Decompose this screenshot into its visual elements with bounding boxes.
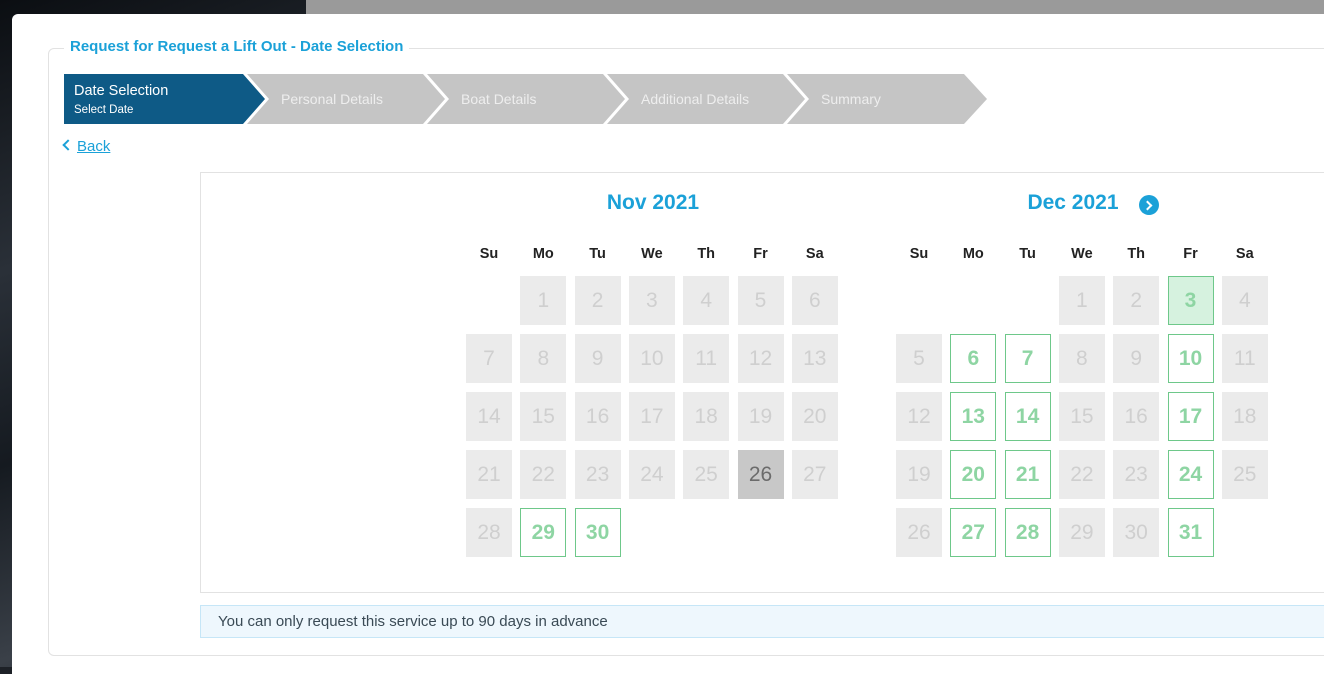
calendar-day-disabled: 25 xyxy=(683,450,730,499)
calendar-day-disabled: 7 xyxy=(466,334,512,383)
chevron-left-icon xyxy=(62,139,74,151)
calendar-day-disabled: 22 xyxy=(520,450,567,499)
next-month-button[interactable] xyxy=(1139,195,1159,215)
calendar-day-available[interactable]: 30 xyxy=(574,508,621,557)
calendar-day-available[interactable]: 10 xyxy=(1167,334,1214,383)
wizard-step-personal-details: Personal Details xyxy=(244,74,447,124)
wizard-step-summary: Summary xyxy=(784,74,987,124)
calendar-day-disabled: 9 xyxy=(574,334,621,383)
calendar-day-disabled: 24 xyxy=(628,450,675,499)
weekday-header: Mo xyxy=(532,246,554,262)
wizard-step-date-selection: Date Selection Select Date xyxy=(64,74,267,124)
calendar-day-disabled: 28 xyxy=(466,508,512,557)
calendar-day-disabled: 2 xyxy=(574,276,621,325)
calendar-day-disabled: 18 xyxy=(683,392,730,441)
calendar-day-available[interactable]: 7 xyxy=(1004,334,1051,383)
calendar-day-disabled: 23 xyxy=(574,450,621,499)
calendar-day-disabled: 4 xyxy=(683,276,730,325)
page-panel: Request for Request a Lift Out - Date Se… xyxy=(12,14,1324,674)
form-legend: Request for Request a Lift Out - Date Se… xyxy=(64,38,410,55)
calendar-day-available[interactable]: 29 xyxy=(520,508,567,557)
calendar-day-available[interactable]: 13 xyxy=(950,392,997,441)
weekday-header: Sa xyxy=(1235,246,1254,262)
background-strip xyxy=(306,0,1324,14)
weekday-header: Su xyxy=(479,246,499,262)
calendar-day-selected[interactable]: 3 xyxy=(1167,276,1214,325)
calendar-day-disabled: 9 xyxy=(1113,334,1160,383)
calendar-box: Nov 2021 Su Mo Tu We Th Fr Sa 1 2 3 4 5 6 7 8 9 10 11 12 13… xyxy=(200,172,1324,593)
calendar-day-disabled: 17 xyxy=(628,392,675,441)
calendar-day-disabled: 22 xyxy=(1058,450,1105,499)
calendar-day-disabled: 19 xyxy=(896,450,942,499)
calendar-day-today: 26 xyxy=(737,450,784,499)
calendar-day-available[interactable]: 17 xyxy=(1167,392,1214,441)
calendar-day-available[interactable]: 20 xyxy=(950,450,997,499)
weekday-header: Fr xyxy=(753,246,768,262)
calendar-day-disabled: 4 xyxy=(1221,276,1268,325)
weekday-header: Su xyxy=(909,246,929,262)
weekday-header: Th xyxy=(1127,246,1146,262)
calendar-day-disabled: 15 xyxy=(520,392,567,441)
advance-notice: You can only request this service up to … xyxy=(200,605,1324,638)
calendar-day-disabled: 19 xyxy=(737,392,784,441)
calendar-day-disabled: 5 xyxy=(737,276,784,325)
calendar-day-disabled: 12 xyxy=(896,392,942,441)
calendar-day-disabled: 11 xyxy=(683,334,730,383)
back-link-label: Back xyxy=(77,138,111,155)
weekday-header: Tu xyxy=(1019,246,1036,262)
calendar-day-disabled: 15 xyxy=(1058,392,1105,441)
calendar-day-disabled: 23 xyxy=(1113,450,1160,499)
calendar-day-disabled: 30 xyxy=(1113,508,1160,557)
calendar-day-disabled: 11 xyxy=(1221,334,1268,383)
wizard-step-title: Date Selection xyxy=(74,83,169,99)
calendar-day-available[interactable]: 28 xyxy=(1004,508,1051,557)
calendar-day-available[interactable]: 27 xyxy=(950,508,997,557)
calendar-day-disabled: 16 xyxy=(1113,392,1160,441)
calendar-day-disabled: 27 xyxy=(791,450,838,499)
weekday-header: Mo xyxy=(962,246,984,262)
weekday-header: We xyxy=(641,246,663,262)
weekday-header: Tu xyxy=(589,246,606,262)
calendar-day-available[interactable]: 21 xyxy=(1004,450,1051,499)
wizard-step-additional-details: Additional Details xyxy=(604,74,807,124)
wizard-step-label: Additional Details xyxy=(641,91,750,107)
calendar-day-available[interactable]: 14 xyxy=(1004,392,1051,441)
back-link[interactable]: Back xyxy=(62,138,111,155)
wizard-step-boat-details: Boat Details xyxy=(424,74,627,124)
wizard-step-label: Summary xyxy=(821,91,881,107)
calendar-day-disabled: 14 xyxy=(466,392,512,441)
calendar-day-disabled: 25 xyxy=(1221,450,1268,499)
calendar-day-disabled: 2 xyxy=(1113,276,1160,325)
calendar-day-disabled: 13 xyxy=(791,334,838,383)
calendar-day-disabled: 1 xyxy=(1058,276,1105,325)
calendar-day-disabled: 8 xyxy=(520,334,567,383)
weekday-header: Sa xyxy=(805,246,824,262)
wizard-step-label: Boat Details xyxy=(461,91,537,107)
calendar-day-disabled: 1 xyxy=(520,276,567,325)
calendar-day-disabled: 8 xyxy=(1058,334,1105,383)
wizard-step-subtitle: Select Date xyxy=(74,104,134,116)
calendar-day-disabled: 18 xyxy=(1221,392,1268,441)
calendar-day-disabled: 3 xyxy=(628,276,675,325)
month-title: Nov 2021 xyxy=(606,191,700,214)
calendar-day-disabled: 29 xyxy=(1058,508,1105,557)
calendar-day-available[interactable]: 24 xyxy=(1167,450,1214,499)
calendar-day-disabled: 10 xyxy=(628,334,675,383)
calendar-day-available[interactable]: 6 xyxy=(950,334,997,383)
calendar-day-disabled: 21 xyxy=(466,450,512,499)
wizard-step-label: Personal Details xyxy=(281,91,383,107)
calendar-day-disabled: 6 xyxy=(791,276,838,325)
calendar-day-disabled: 12 xyxy=(737,334,784,383)
calendar-day-disabled: 5 xyxy=(896,334,942,383)
weekday-header: Th xyxy=(697,246,716,262)
weekday-header: We xyxy=(1071,246,1093,262)
calendar-day-disabled: 20 xyxy=(791,392,838,441)
weekday-header: Fr xyxy=(1183,246,1198,262)
calendar-day-disabled: 26 xyxy=(896,508,942,557)
calendar-day-available[interactable]: 31 xyxy=(1167,508,1214,557)
calendar-day-disabled: 16 xyxy=(574,392,621,441)
